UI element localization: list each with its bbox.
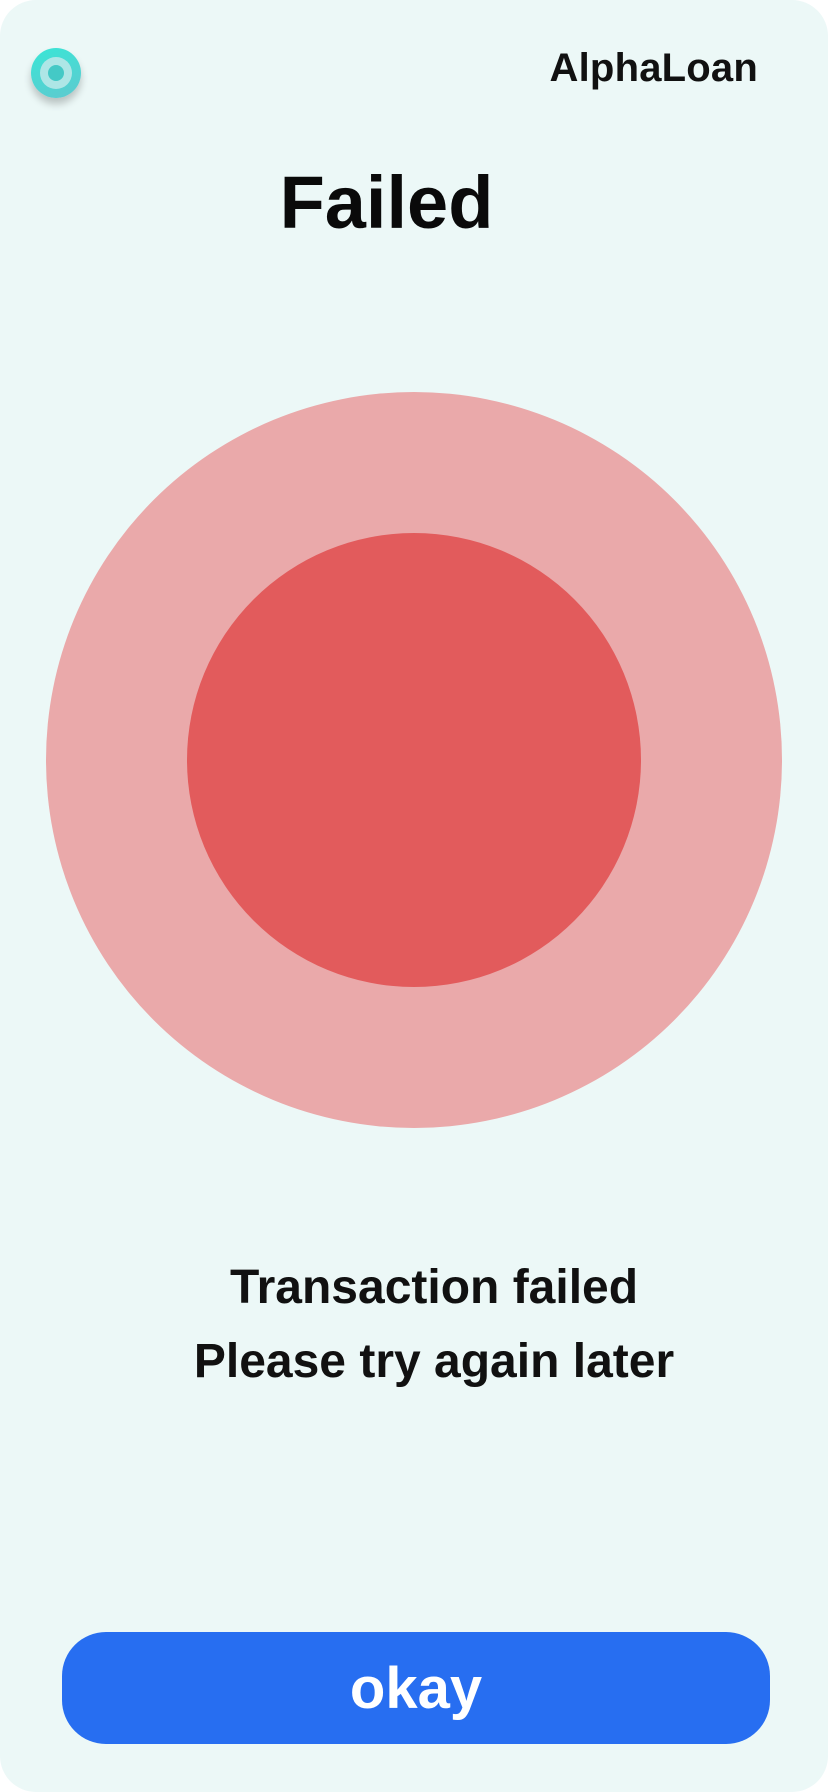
app-logo-icon xyxy=(31,48,81,98)
page-title: Failed xyxy=(279,161,494,244)
okay-button[interactable]: okay xyxy=(62,1632,770,1744)
failure-message: Transaction failed xyxy=(229,1261,639,1314)
retry-message: Please try again later xyxy=(193,1335,675,1388)
brand-name: AlphaLoan xyxy=(549,46,758,90)
failed-screen: AlphaLoan Failed Transaction failed Plea… xyxy=(0,0,828,1792)
logo-core xyxy=(48,65,64,81)
failed-status-core xyxy=(187,533,641,987)
